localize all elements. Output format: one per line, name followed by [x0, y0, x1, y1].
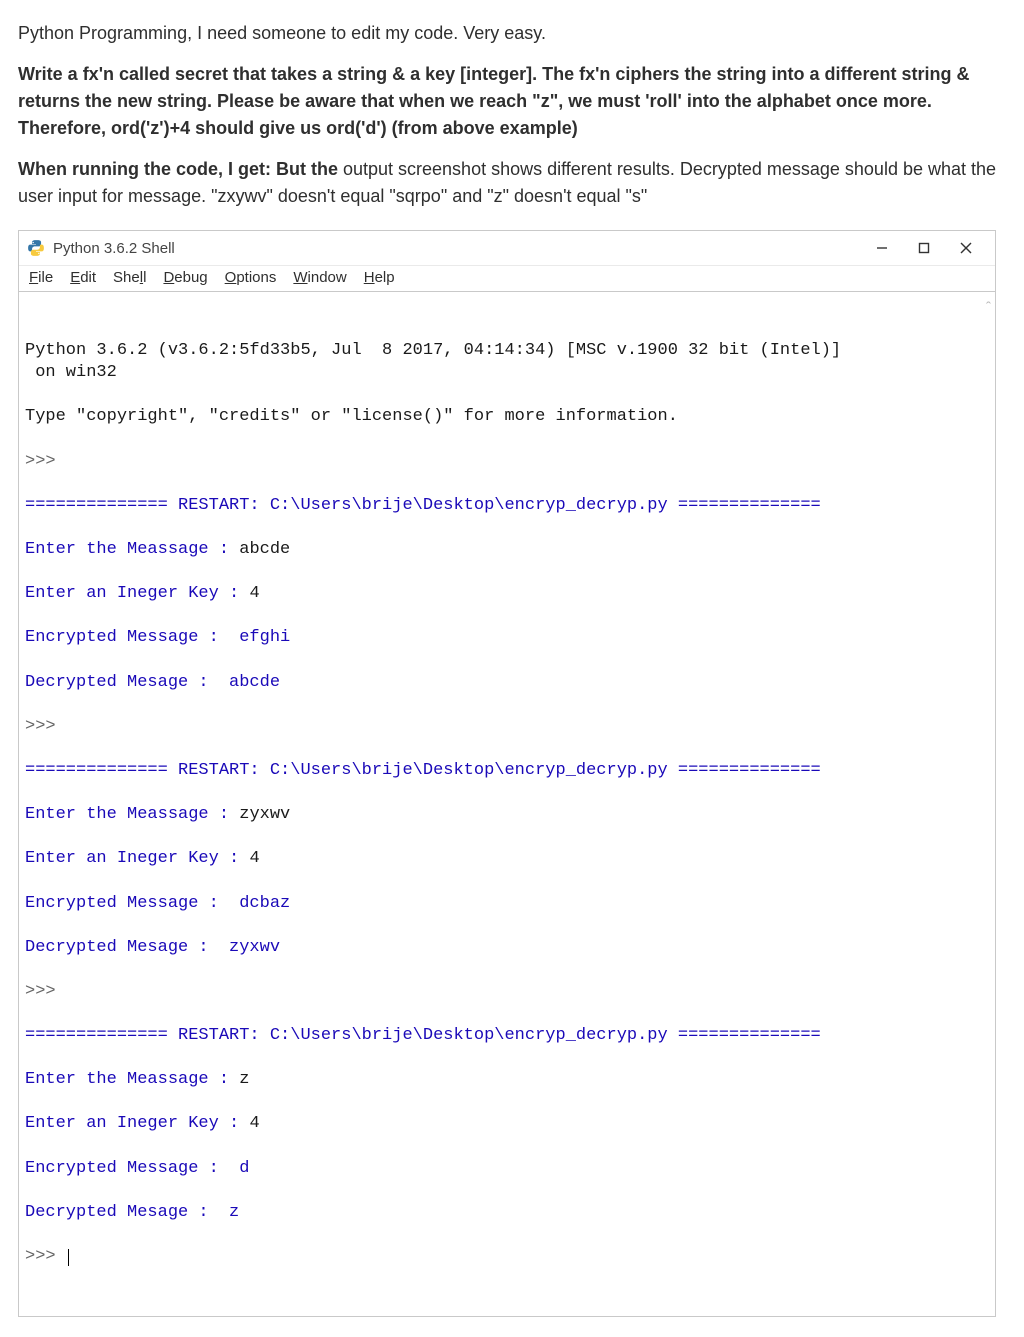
text-cursor-icon — [68, 1249, 70, 1266]
console-run-line: Encrypted Message : dcbaz — [25, 893, 989, 915]
window-maximize-button[interactable] — [903, 231, 945, 265]
console-output[interactable]: ˆ Python 3.6.2 (v3.6.2:5fd33b5, Jul 8 20… — [19, 292, 995, 1316]
console-run-line: Enter the Meassage : abcde — [25, 539, 989, 561]
console-restart-line: ============== RESTART: C:\Users\brije\D… — [25, 495, 989, 517]
python-shell-window: Python 3.6.2 Shell File Edit Shell Debug… — [18, 230, 996, 1317]
menu-options[interactable]: Options — [225, 269, 277, 286]
menu-file[interactable]: File — [29, 269, 53, 286]
console-run-line: Enter the Meassage : z — [25, 1069, 989, 1091]
console-run-line: Enter an Ineger Key : 4 — [25, 848, 989, 870]
console-run-line: Encrypted Message : d — [25, 1158, 989, 1180]
menu-debug[interactable]: Debug — [163, 269, 207, 286]
console-run-line: Enter an Ineger Key : 4 — [25, 1113, 989, 1135]
console-run-line: Encrypted Message : efghi — [25, 627, 989, 649]
console-info-line: Type "copyright", "credits" or "license(… — [25, 406, 989, 428]
question-text-block: Python Programming, I need someone to ed… — [18, 20, 1006, 210]
menu-edit[interactable]: Edit — [70, 269, 96, 286]
menu-help[interactable]: Help — [364, 269, 395, 286]
scroll-up-arrow-icon[interactable]: ˆ — [986, 298, 991, 318]
console-prompt-active[interactable]: >>> — [25, 1246, 989, 1268]
window-title: Python 3.6.2 Shell — [53, 240, 175, 257]
window-minimize-button[interactable] — [861, 231, 903, 265]
console-run-line: Enter the Meassage : zyxwv — [25, 804, 989, 826]
question-spec: Write a fx'n called secret that takes a … — [18, 61, 1006, 142]
menu-shell[interactable]: Shell — [113, 269, 146, 286]
question-intro: Python Programming, I need someone to ed… — [18, 20, 1006, 47]
window-close-button[interactable] — [945, 231, 987, 265]
console-prompt: >>> — [25, 451, 989, 473]
question-result-bold: When running the code, I get: But the — [18, 159, 343, 179]
menubar: File Edit Shell Debug Options Window Hel… — [19, 266, 995, 292]
console-prompt: >>> — [25, 981, 989, 1003]
console-restart-line: ============== RESTART: C:\Users\brije\D… — [25, 1025, 989, 1047]
menu-window[interactable]: Window — [293, 269, 346, 286]
console-run-line: Enter an Ineger Key : 4 — [25, 583, 989, 605]
window-titlebar: Python 3.6.2 Shell — [19, 231, 995, 266]
console-run-line: Decrypted Mesage : zyxwv — [25, 937, 989, 959]
console-run-line: Decrypted Mesage : abcde — [25, 672, 989, 694]
question-result: When running the code, I get: But the ou… — [18, 156, 1006, 210]
console-run-line: Decrypted Mesage : z — [25, 1202, 989, 1224]
python-app-icon — [27, 239, 45, 257]
console-restart-line: ============== RESTART: C:\Users\brije\D… — [25, 760, 989, 782]
console-prompt: >>> — [25, 716, 989, 738]
console-version-line: Python 3.6.2 (v3.6.2:5fd33b5, Jul 8 2017… — [25, 340, 989, 384]
